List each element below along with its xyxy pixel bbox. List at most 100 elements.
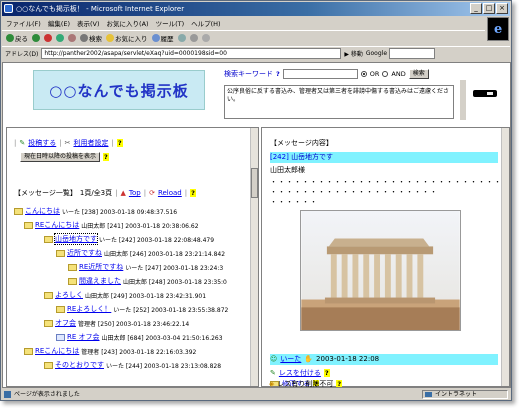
mail-icon[interactable] xyxy=(177,33,186,42)
left-scroll-thumb[interactable] xyxy=(251,168,258,198)
top-arrow-icon: ▲ xyxy=(120,189,126,197)
google-label: Google xyxy=(365,50,388,57)
home-icon[interactable] xyxy=(68,33,76,42)
reload-link[interactable]: Reload xyxy=(158,189,182,197)
search-submit-button[interactable]: 検索 xyxy=(408,69,429,79)
delete-note: レス有り削除不可 xyxy=(277,380,334,388)
and-label: AND xyxy=(391,70,406,78)
message-content-pane: 【メッセージ内容】 [242] 山岳地方です 山田太郎様 ・・・・・・・・・・・… xyxy=(261,127,510,387)
reply-link[interactable]: レスを付ける xyxy=(279,368,321,378)
toolbar: 戻る 検索 お気に入り 履歴 xyxy=(2,30,485,44)
address-bar: アドレス(D) http://panther2002/asapa/servlet… xyxy=(2,46,510,60)
help-badge[interactable]: ? xyxy=(116,139,123,147)
folder-icon xyxy=(68,277,77,285)
minimize-button[interactable]: _ xyxy=(470,3,482,14)
title-bar: ○○なんでも掲示板！ - Microsoft Internet Explorer… xyxy=(2,2,510,16)
star-icon xyxy=(106,33,114,42)
message-title-bar: [242] 山岳地方です xyxy=(270,152,498,163)
help-badge[interactable]: ? xyxy=(103,153,109,161)
search-help-icon[interactable]: ? xyxy=(276,70,280,78)
edit-icon[interactable] xyxy=(201,33,210,42)
or-label: OR xyxy=(369,70,380,78)
list-item[interactable]: RE オフ会 山田太郎 [684] 2003-03-04 21:50:16.263 xyxy=(56,332,223,342)
search-input[interactable] xyxy=(282,69,358,79)
folder-icon xyxy=(14,207,23,215)
stop-icon[interactable] xyxy=(44,33,52,42)
list-item[interactable]: オフ会 管理者 [250] 2003-01-18 23:46:22.14 xyxy=(44,318,189,328)
user-settings-link[interactable]: 利用者設定 xyxy=(73,138,108,148)
tools-icon: ✂ xyxy=(64,139,71,147)
forward-arrow-icon[interactable] xyxy=(32,33,40,42)
pencil-icon: ✎ xyxy=(270,369,276,377)
page-status-icon xyxy=(4,391,11,398)
folder-icon xyxy=(44,291,53,299)
list-item[interactable]: こんにちは いーた [238] 2003-01-18 09:48:37.516 xyxy=(14,206,177,216)
top-link[interactable]: Top xyxy=(129,189,141,197)
ie-page-icon xyxy=(4,4,13,13)
post-link[interactable]: 投稿する xyxy=(28,138,56,148)
favorites-button[interactable]: お気に入り xyxy=(106,33,148,43)
page-info: 1頁/全3頁 xyxy=(79,189,113,197)
notice-scrollbar[interactable] xyxy=(460,80,466,120)
list-item[interactable]: REこんにちは 山田太郎 [241] 2003-01-18 20:38:06.62 xyxy=(24,220,199,230)
right-scrollbar[interactable] xyxy=(501,128,509,386)
history-button[interactable]: 履歴 xyxy=(151,33,174,43)
search-button[interactable]: 検索 xyxy=(80,33,102,43)
list-item[interactable]: 山岳地方です いーた [242] 2003-01-18 22:08:48.479 xyxy=(44,233,214,245)
or-radio[interactable] xyxy=(360,71,367,77)
google-search-input[interactable] xyxy=(389,48,436,59)
history-icon xyxy=(151,33,160,42)
folder-icon xyxy=(56,249,65,257)
menu-view[interactable]: 表示(V) xyxy=(77,18,100,28)
status-bar: ページが表示されました イントラネット xyxy=(2,389,511,400)
battery-icon xyxy=(473,90,497,97)
list-item[interactable]: よろしく 山田太郎 [249] 2003-01-18 23:42:31.901 xyxy=(44,290,206,300)
reload-icon: ⟳ xyxy=(149,189,155,197)
google-toolbar: Google xyxy=(365,48,436,59)
browser-window: ○○なんでも掲示板！ - Microsoft Internet Explorer… xyxy=(0,0,512,401)
search-label: 検索キーワード xyxy=(224,70,273,78)
address-input[interactable]: http://panther2002/asapa/servlet/eXaq?ui… xyxy=(41,48,342,59)
list-item[interactable]: REよろしく！ いーた [252] 2003-01-18 23:55:38.872 xyxy=(56,304,228,314)
go-button[interactable]: ▶ 移動 xyxy=(344,49,363,58)
back-button[interactable]: 戻る xyxy=(6,33,28,43)
close-button[interactable]: × xyxy=(496,3,508,14)
parthenon-photo xyxy=(300,210,461,331)
list-item[interactable]: そのとおりです いーた [244] 2003-01-18 23:13:08.828 xyxy=(44,360,221,370)
zone-indicator: イントラネット xyxy=(422,390,508,399)
envelope-icon xyxy=(56,333,65,341)
refresh-icon[interactable] xyxy=(56,33,64,42)
menu-help[interactable]: ヘルプ(H) xyxy=(191,18,220,28)
help-badge[interactable]: ? xyxy=(336,380,343,387)
search-icon xyxy=(80,33,88,42)
menu-favorites[interactable]: お気に入り(A) xyxy=(107,18,149,28)
folder-icon xyxy=(24,347,33,355)
author-link[interactable]: いーた xyxy=(280,354,301,365)
board-banner: ○○なんでも掲示板 xyxy=(33,70,205,110)
page-viewport: ○○なんでも掲示板 検索キーワード ? OR AND 検索 公序良俗に反する書込… xyxy=(2,62,511,388)
maximize-button[interactable]: □ xyxy=(483,3,495,14)
print-icon[interactable] xyxy=(189,33,198,42)
message-list-pane: | ✎ 投稿する | ✂ 利用者設定 | ? 現在日時以降の投稿を表示 ? 【メ… xyxy=(6,127,259,387)
menu-tools[interactable]: ツール(T) xyxy=(156,18,185,28)
help-badge[interactable]: ? xyxy=(190,189,196,197)
list-item[interactable]: 近所ですね 山田太郎 [246] 2003-01-18 23:21:14.842 xyxy=(56,248,225,258)
back-arrow-icon xyxy=(6,33,14,42)
recent-posts-button[interactable]: 現在日時以降の投稿を表示 xyxy=(20,152,101,162)
folder-icon xyxy=(44,235,53,243)
folder-icon xyxy=(24,221,33,229)
menu-file[interactable]: ファイル(F) xyxy=(6,18,41,28)
folder-icon xyxy=(44,319,53,327)
menu-edit[interactable]: 編集(E) xyxy=(48,18,70,28)
list-item[interactable]: RE近所ですね いーた [247] 2003-01-18 23:24:3 xyxy=(68,262,223,272)
and-radio[interactable] xyxy=(382,71,389,77)
hand-icon: ✋ xyxy=(304,355,314,363)
left-scrollbar[interactable] xyxy=(250,128,258,386)
address-label: アドレス(D) xyxy=(5,51,39,58)
list-item[interactable]: 間違えました 山田太郎 [248] 2003-01-18 23:35:0 xyxy=(68,276,227,286)
message-meta: ☺ いーた ✋ 2003-01-18 22:08 xyxy=(270,354,498,365)
list-item[interactable]: REこんにちは 管理者 [243] 2003-01-18 22:16:03.392 xyxy=(24,346,196,356)
post-datetime: 2003-01-18 22:08 xyxy=(316,355,380,363)
help-badge[interactable]: ? xyxy=(323,369,330,377)
folder-icon xyxy=(44,361,53,369)
